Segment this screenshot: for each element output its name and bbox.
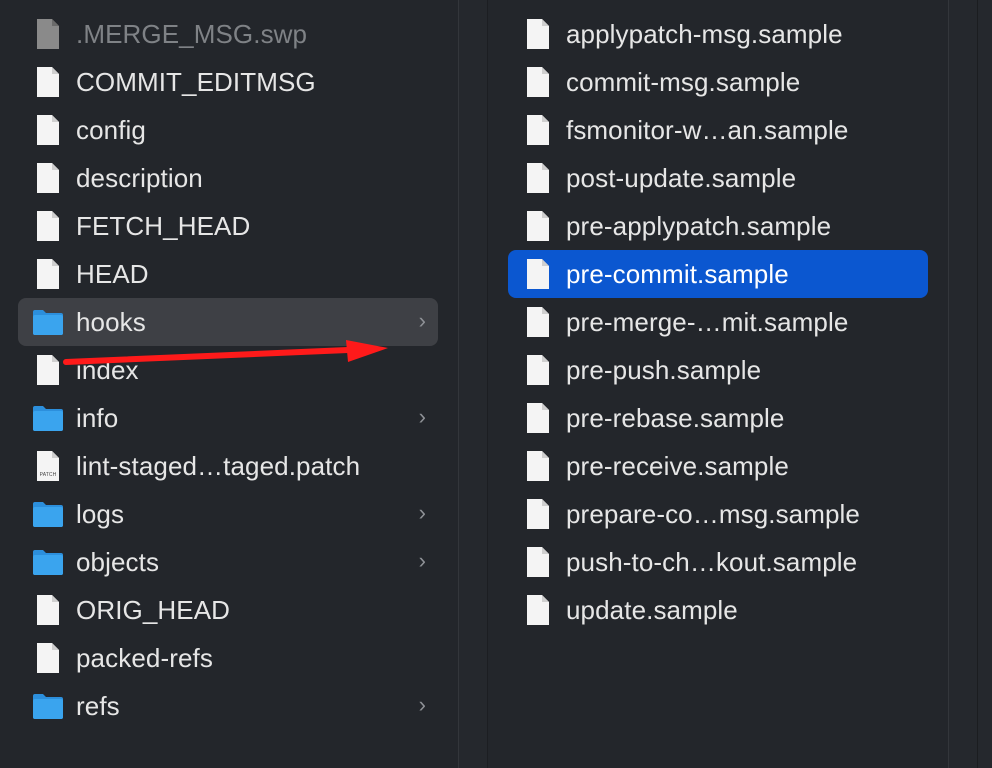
file-name: pre-commit.sample: [566, 259, 789, 289]
file-name: lint-staged…taged.patch: [76, 451, 361, 481]
document-icon: [522, 354, 554, 386]
document-icon: [32, 258, 64, 290]
file-name: config: [76, 115, 146, 145]
chevron-right-icon: ›: [418, 548, 426, 573]
file-row-head[interactable]: HEAD: [18, 250, 438, 298]
file-row[interactable]: update.sample: [508, 586, 928, 634]
file-name: prepare-co…msg.sample: [566, 499, 860, 529]
file-name: fsmonitor-w…an.sample: [566, 115, 849, 145]
chevron-right-icon: ›: [418, 404, 426, 429]
file-row[interactable]: prepare-co…msg.sample: [508, 490, 928, 538]
folder-row-refs[interactable]: refs ›: [18, 682, 438, 730]
parent-folder-column[interactable]: .MERGE_MSG.swp COMMIT_EDITMSG config des…: [0, 0, 458, 768]
file-row[interactable]: fsmonitor-w…an.sample: [508, 106, 928, 154]
document-icon: [522, 258, 554, 290]
document-icon: [32, 354, 64, 386]
chevron-right-icon: ›: [418, 308, 426, 333]
file-row[interactable]: commit-msg.sample: [508, 58, 928, 106]
column-resize-handle[interactable]: [458, 0, 488, 768]
file-row-merge-msg-swp[interactable]: .MERGE_MSG.swp: [18, 10, 438, 58]
file-row-orig-head[interactable]: ORIG_HEAD: [18, 586, 438, 634]
file-row[interactable]: pre-push.sample: [508, 346, 928, 394]
document-icon: [522, 402, 554, 434]
file-name: pre-receive.sample: [566, 451, 789, 481]
file-row-commit-editmsg[interactable]: COMMIT_EDITMSG: [18, 58, 438, 106]
folder-icon: [32, 402, 64, 434]
folder-icon: [32, 690, 64, 722]
folder-row-logs[interactable]: logs ›: [18, 490, 438, 538]
folder-icon: [32, 546, 64, 578]
hooks-folder-column[interactable]: applypatch-msg.sample commit-msg.sample …: [488, 0, 948, 768]
file-name: HEAD: [76, 259, 149, 289]
file-row-index[interactable]: index: [18, 346, 438, 394]
file-row[interactable]: push-to-ch…kout.sample: [508, 538, 928, 586]
finder-column-view: .MERGE_MSG.swp COMMIT_EDITMSG config des…: [0, 0, 992, 768]
chevron-right-icon: ›: [418, 500, 426, 525]
file-row-packed-refs[interactable]: packed-refs: [18, 634, 438, 682]
file-name: pre-push.sample: [566, 355, 762, 385]
file-name: FETCH_HEAD: [76, 211, 251, 241]
folder-name: refs: [76, 691, 120, 721]
document-icon: [522, 18, 554, 50]
folder-name: hooks: [76, 307, 146, 337]
file-name: ORIG_HEAD: [76, 595, 231, 625]
column-separator: [977, 0, 978, 768]
file-name: update.sample: [566, 595, 738, 625]
file-name: post-update.sample: [566, 163, 797, 193]
file-name: commit-msg.sample: [566, 67, 801, 97]
folder-row-info[interactable]: info ›: [18, 394, 438, 442]
document-icon: [522, 306, 554, 338]
document-icon: [32, 642, 64, 674]
file-row[interactable]: pre-merge-…mit.sample: [508, 298, 928, 346]
file-row-description[interactable]: description: [18, 154, 438, 202]
file-name: .MERGE_MSG.swp: [76, 19, 308, 49]
document-icon: [522, 594, 554, 626]
document-icon: [522, 498, 554, 530]
file-name: pre-rebase.sample: [566, 403, 785, 433]
file-row[interactable]: pre-rebase.sample: [508, 394, 928, 442]
file-row[interactable]: pre-applypatch.sample: [508, 202, 928, 250]
document-icon: [32, 210, 64, 242]
document-icon: [522, 114, 554, 146]
file-row[interactable]: applypatch-msg.sample: [508, 10, 928, 58]
file-name: applypatch-msg.sample: [566, 19, 843, 49]
file-row-fetch-head[interactable]: FETCH_HEAD: [18, 202, 438, 250]
file-name: pre-applypatch.sample: [566, 211, 832, 241]
document-icon: [522, 546, 554, 578]
document-icon: [32, 162, 64, 194]
file-name: COMMIT_EDITMSG: [76, 67, 316, 97]
file-name: description: [76, 163, 203, 193]
folder-icon: [32, 306, 64, 338]
folder-name: info: [76, 403, 119, 433]
file-row[interactable]: pre-receive.sample: [508, 442, 928, 490]
document-icon: [522, 66, 554, 98]
document-icon: [522, 210, 554, 242]
document-icon: [32, 114, 64, 146]
document-icon: [522, 162, 554, 194]
document-icon: [522, 450, 554, 482]
file-name: push-to-ch…kout.sample: [566, 547, 858, 577]
document-icon: [32, 18, 64, 50]
folder-name: objects: [76, 547, 160, 577]
patch-icon-text: PATCH: [40, 472, 57, 478]
file-name: pre-merge-…mit.sample: [566, 307, 849, 337]
file-row[interactable]: post-update.sample: [508, 154, 928, 202]
folder-icon: [32, 498, 64, 530]
folder-name: logs: [76, 499, 125, 529]
patch-document-icon: PATCH: [32, 450, 64, 482]
folder-row-objects[interactable]: objects ›: [18, 538, 438, 586]
chevron-right-icon: ›: [418, 692, 426, 717]
document-icon: [32, 594, 64, 626]
file-row-lint-staged-patch[interactable]: PATCH lint-staged…taged.patch: [18, 442, 438, 490]
file-row-config[interactable]: config: [18, 106, 438, 154]
file-row-selected[interactable]: pre-commit.sample: [508, 250, 928, 298]
document-icon: [32, 66, 64, 98]
folder-row-hooks[interactable]: hooks ›: [18, 298, 438, 346]
file-name: packed-refs: [76, 643, 213, 673]
file-name: index: [76, 355, 139, 385]
column-resize-handle[interactable]: [948, 0, 992, 768]
